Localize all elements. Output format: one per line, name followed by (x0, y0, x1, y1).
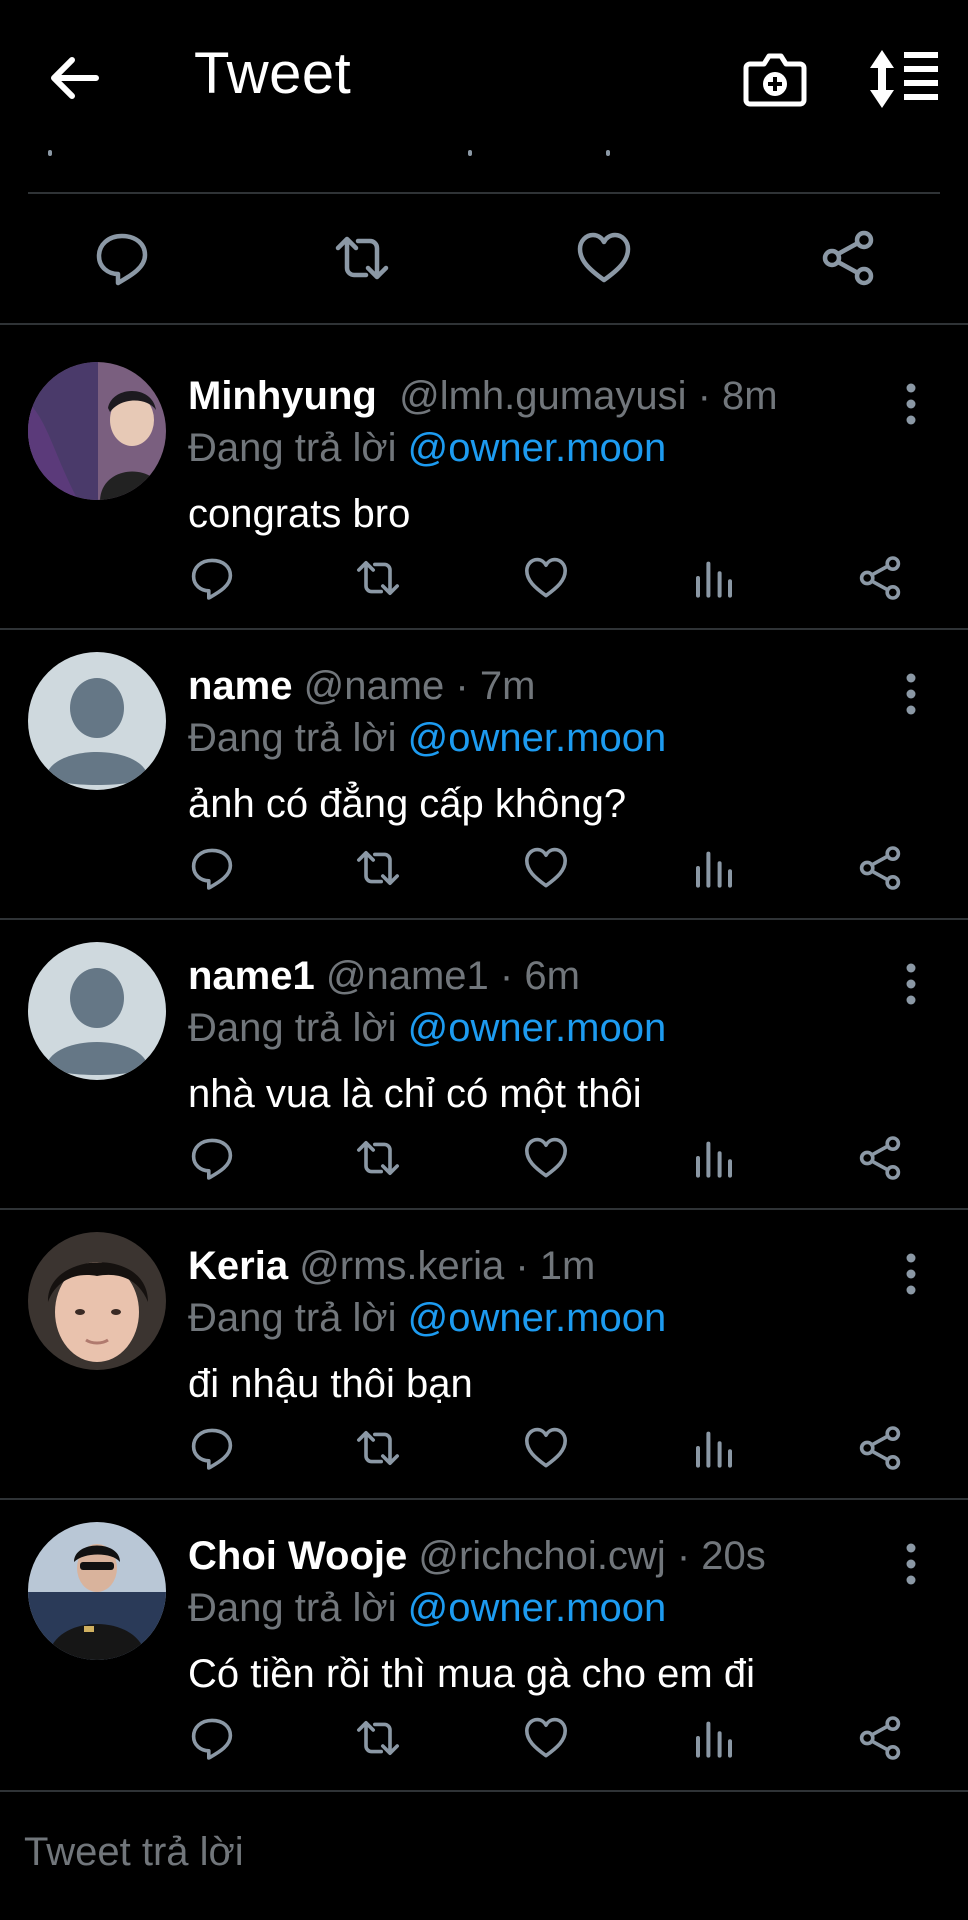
reply-tweet[interactable]: name1 @name1 · 6m Đang trả lời @owner.mo… (0, 916, 968, 1206)
avatar[interactable] (28, 942, 166, 1080)
reply-icon[interactable] (188, 1134, 236, 1182)
retweet-icon[interactable] (354, 1134, 402, 1182)
reply-composer-input[interactable]: Tweet trả lời (24, 1830, 244, 1875)
like-icon[interactable] (522, 1424, 570, 1472)
reply-tweet[interactable]: name @name · 7m Đang trả lời @owner.moon… (0, 626, 968, 916)
scrolled-content-fragment (606, 150, 610, 156)
more-options-icon[interactable] (896, 1250, 926, 1300)
tweet-text: congrats bro (188, 492, 411, 536)
views-chart-icon[interactable] (690, 1424, 738, 1472)
views-chart-icon[interactable] (690, 554, 738, 602)
scrolled-content-fragment (468, 150, 472, 156)
avatar[interactable] (28, 1522, 166, 1660)
reply-icon[interactable] (188, 554, 236, 602)
avatar[interactable] (28, 652, 166, 790)
camera-add-icon[interactable] (740, 44, 810, 114)
author-name[interactable]: Choi Wooje (188, 1534, 407, 1578)
tweet-text: Có tiền rồi thì mua gà cho em đi (188, 1652, 755, 1696)
replying-to-line: Đang trả lời @owner.moon (188, 1586, 666, 1631)
divider (0, 1790, 968, 1792)
replying-to-line: Đang trả lời @owner.moon (188, 716, 666, 761)
retweet-icon[interactable] (332, 228, 392, 288)
share-icon[interactable] (856, 554, 904, 602)
tweet-text: nhà vua là chỉ có một thôi (188, 1072, 642, 1116)
like-icon[interactable] (574, 228, 634, 288)
mention-link[interactable]: @owner.moon (408, 716, 667, 760)
tweet-text: đi nhậu thôi bạn (188, 1362, 473, 1406)
replying-prefix: Đang trả lời (188, 426, 397, 470)
like-icon[interactable] (522, 554, 570, 602)
views-chart-icon[interactable] (690, 1714, 738, 1762)
like-icon[interactable] (522, 1134, 570, 1182)
author-line: name1 @name1 · 6m (188, 954, 580, 998)
author-name[interactable]: Keria (188, 1244, 288, 1288)
reply-icon[interactable] (188, 844, 236, 892)
author-line: Keria @rms.keria · 1m (188, 1244, 596, 1288)
timestamp: 8m (722, 374, 778, 418)
views-chart-icon[interactable] (690, 844, 738, 892)
author-line: Minhyung @lmh.gumayusi · 8m (188, 374, 778, 418)
mention-link[interactable]: @owner.moon (408, 426, 667, 470)
scrolled-content-fragment (48, 150, 52, 156)
replying-prefix: Đang trả lời (188, 1296, 397, 1340)
top-bar: Tweet (0, 0, 968, 150)
more-options-icon[interactable] (896, 1540, 926, 1590)
reply-icon[interactable] (188, 1424, 236, 1472)
replying-to-line: Đang trả lời @owner.moon (188, 1006, 666, 1051)
mention-link[interactable]: @owner.moon (408, 1006, 667, 1050)
retweet-icon[interactable] (354, 554, 402, 602)
reply-tweet[interactable]: Choi Wooje @richchoi.cwj · 20s Đang trả … (0, 1496, 968, 1786)
replying-prefix: Đang trả lời (188, 716, 397, 760)
back-arrow-icon[interactable] (44, 48, 104, 108)
retweet-icon[interactable] (354, 1424, 402, 1472)
author-name[interactable]: name1 (188, 954, 315, 998)
author-handle[interactable]: @rms.keria (299, 1244, 504, 1288)
replying-prefix: Đang trả lời (188, 1586, 397, 1630)
avatar[interactable] (28, 1232, 166, 1370)
page-title: Tweet (194, 41, 352, 106)
timestamp: 20s (701, 1534, 766, 1578)
author-name[interactable]: name (188, 664, 293, 708)
retweet-icon[interactable] (354, 844, 402, 892)
more-options-icon[interactable] (896, 380, 926, 430)
replying-to-line: Đang trả lời @owner.moon (188, 426, 666, 471)
tweet-text: ảnh có đẳng cấp không? (188, 782, 627, 826)
views-chart-icon[interactable] (690, 1134, 738, 1182)
author-line: Choi Wooje @richchoi.cwj · 20s (188, 1534, 766, 1578)
reply-tweet[interactable]: Keria @rms.keria · 1m Đang trả lời @owne… (0, 1206, 968, 1496)
mention-link[interactable]: @owner.moon (408, 1586, 667, 1630)
main-tweet-actions (0, 198, 968, 318)
like-icon[interactable] (522, 844, 570, 892)
reply-icon[interactable] (92, 228, 152, 288)
reply-tweet[interactable]: Minhyung @lmh.gumayusi · 8m Đang trả lời… (0, 336, 968, 626)
retweet-icon[interactable] (354, 1714, 402, 1762)
share-icon[interactable] (856, 1714, 904, 1762)
divider (28, 192, 940, 194)
share-icon[interactable] (856, 844, 904, 892)
timestamp: 1m (539, 1244, 596, 1288)
share-icon[interactable] (856, 1134, 904, 1182)
divider (0, 323, 968, 325)
replying-prefix: Đang trả lời (188, 1006, 397, 1050)
reply-icon[interactable] (188, 1714, 236, 1762)
more-options-icon[interactable] (896, 670, 926, 720)
like-icon[interactable] (522, 1714, 570, 1762)
replying-to-line: Đang trả lời @owner.moon (188, 1296, 666, 1341)
more-options-icon[interactable] (896, 960, 926, 1010)
author-handle[interactable]: @richchoi.cwj (418, 1534, 665, 1578)
author-name[interactable]: Minhyung (188, 374, 377, 418)
share-icon[interactable] (818, 228, 878, 288)
author-handle[interactable]: @lmh.gumayusi (399, 374, 686, 418)
timestamp: 6m (524, 954, 580, 998)
mention-link[interactable]: @owner.moon (408, 1296, 667, 1340)
share-icon[interactable] (856, 1424, 904, 1472)
author-handle[interactable]: @name (304, 664, 445, 708)
sort-icon[interactable] (866, 46, 940, 112)
author-line: name @name · 7m (188, 664, 536, 708)
avatar[interactable] (28, 362, 166, 500)
author-handle[interactable]: @name1 (326, 954, 489, 998)
timestamp: 7m (479, 664, 536, 708)
